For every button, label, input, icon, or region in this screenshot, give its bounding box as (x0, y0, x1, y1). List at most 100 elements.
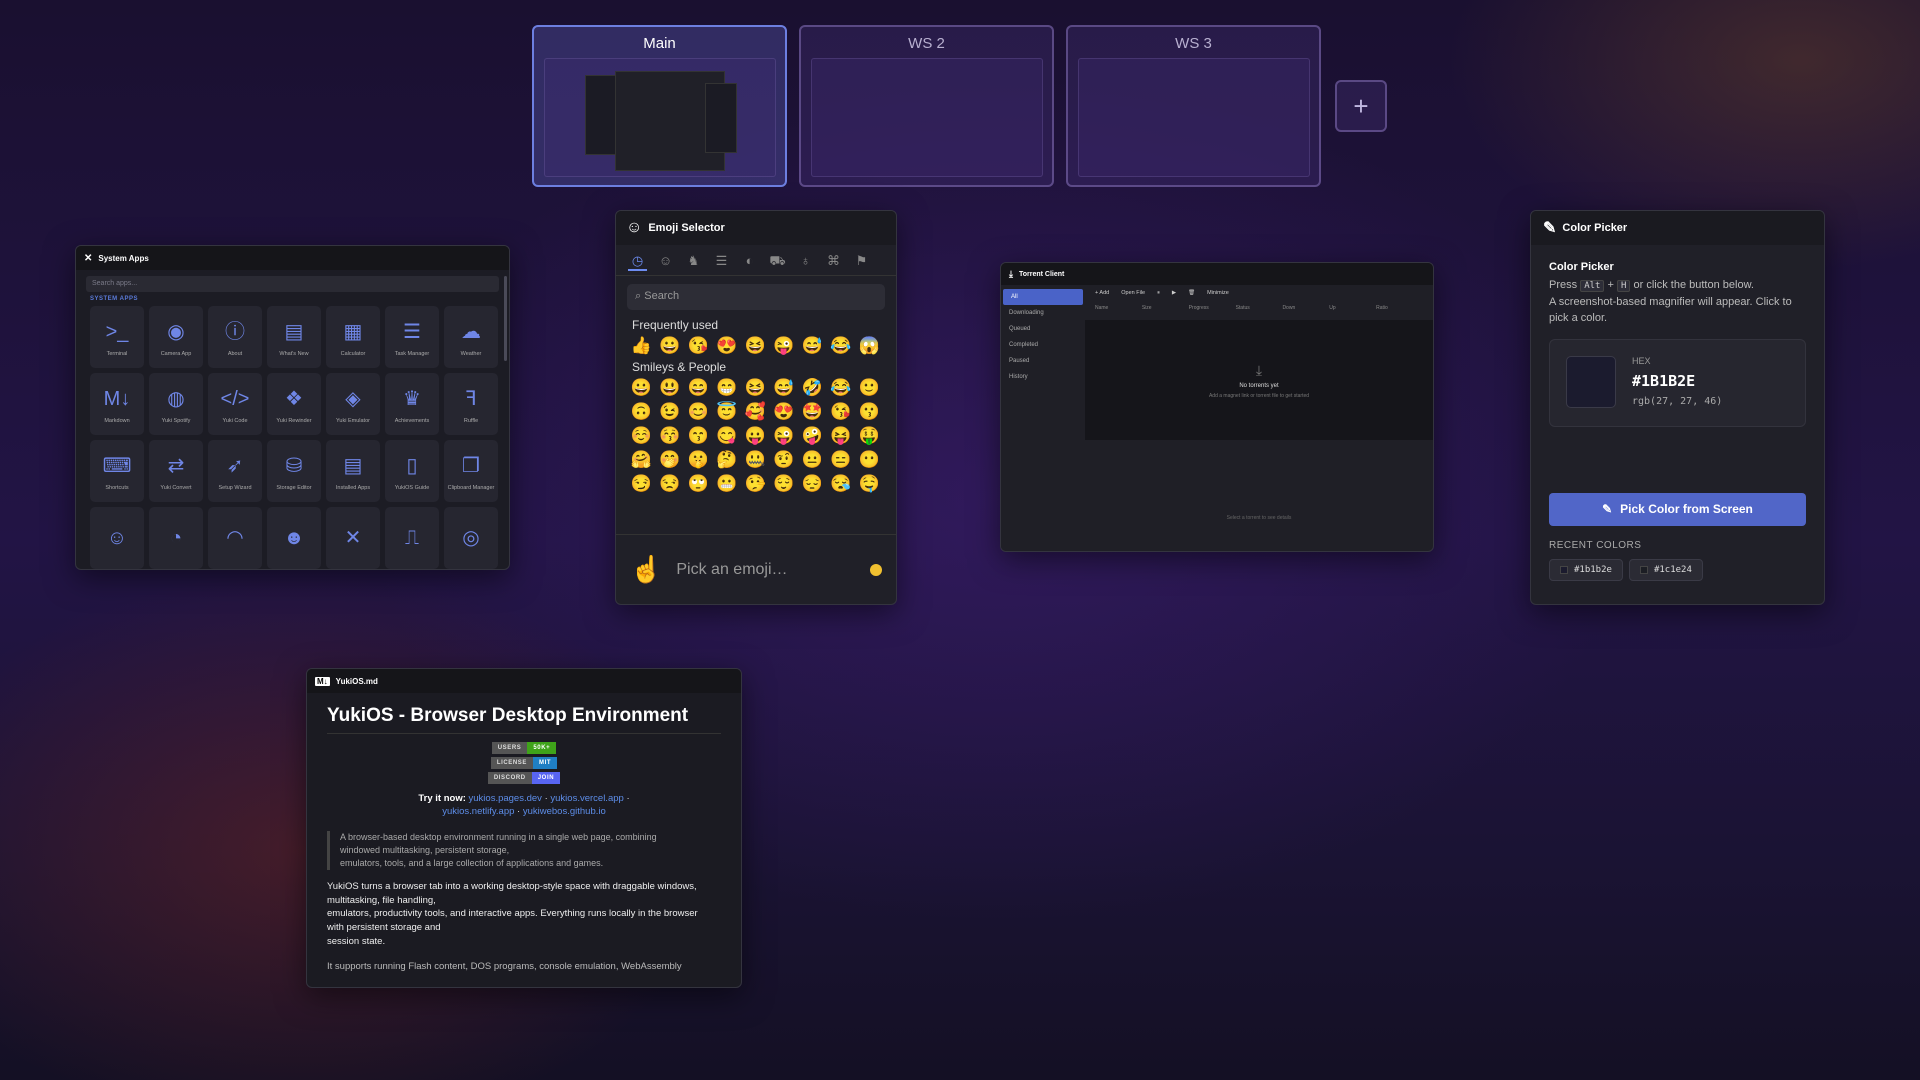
app-tile[interactable]: ☺ (90, 507, 144, 569)
emoji-button[interactable]: 😔 (800, 474, 825, 494)
travel-tab-icon[interactable]: ⛟ (768, 253, 787, 271)
emoji-button[interactable]: 🙃 (629, 402, 654, 422)
app-tile[interactable]: ▯ YukiOS Guide (385, 440, 439, 502)
emoji-button[interactable]: 🙂 (857, 378, 882, 398)
column-header[interactable]: Progress (1189, 305, 1236, 311)
emoji-button[interactable]: 😒 (658, 474, 683, 494)
sidebar-item[interactable]: Downloading (1001, 305, 1085, 321)
torrent-titlebar[interactable]: ⤓ Torrent Client (1001, 263, 1433, 285)
emoji-button[interactable]: 🤑 (857, 426, 882, 446)
emoji-button[interactable]: 🙄 (686, 474, 711, 494)
emoji-button[interactable]: 😊 (686, 402, 711, 422)
app-tile[interactable]: ◈ Yuki Emulator (326, 373, 380, 435)
toolbar-button[interactable]: ⏸ (1157, 290, 1160, 297)
toolbar-button[interactable]: 🗑 (1188, 290, 1195, 296)
app-tile[interactable]: ▤ What's New (267, 306, 321, 368)
emoji-button[interactable]: 😁 (715, 378, 740, 398)
emoji-button[interactable]: 🤪 (800, 426, 825, 446)
app-tile[interactable]: ☁ Weather (444, 306, 498, 368)
emoji-button[interactable]: 😏 (629, 474, 654, 494)
emoji-button[interactable]: 😐 (800, 450, 825, 470)
app-tile[interactable]: M↓ Markdown (90, 373, 144, 435)
app-tile[interactable]: ❖ Yuki Rewinder (267, 373, 321, 435)
rgb-value[interactable]: rgb(27, 27, 46) (1632, 396, 1722, 407)
emoji-button[interactable]: 😅 (772, 378, 797, 398)
app-tile[interactable]: ❐ Clipboard Manager (444, 440, 498, 502)
emoji-button[interactable]: 🤭 (658, 450, 683, 470)
emoji-button[interactable]: 😉 (658, 402, 683, 422)
app-tile[interactable]: ▦ Calculator (326, 306, 380, 368)
toolbar-button[interactable]: Minimize (1207, 290, 1229, 296)
column-header[interactable]: Name (1095, 305, 1142, 311)
emoji-button[interactable]: 😃 (658, 378, 683, 398)
activity-tab-icon[interactable]: ◐ (740, 253, 759, 271)
toolbar-button[interactable]: + Add (1095, 290, 1109, 296)
animals-tab-icon[interactable]: ♞ (684, 253, 703, 271)
app-tile[interactable]: ☻ (267, 507, 321, 569)
flags-tab-icon[interactable]: ⚑ (852, 253, 871, 271)
link[interactable]: yukios.vercel.app (550, 793, 623, 804)
emoji-button[interactable]: 😋 (715, 426, 740, 446)
recent-color-chip[interactable]: #1b1b2e (1549, 558, 1623, 581)
app-tile[interactable]: ⇄ Yuki Convert (149, 440, 203, 502)
emoji-button[interactable]: 😪 (829, 474, 854, 494)
link[interactable]: yukios.pages.dev (469, 793, 542, 804)
emoji-button[interactable]: 🤗 (629, 450, 654, 470)
app-tile[interactable]: ✕ (326, 507, 380, 569)
add-workspace-button[interactable]: + (1335, 80, 1387, 132)
app-tile[interactable]: ▤ Installed Apps (326, 440, 380, 502)
emoji-button[interactable]: 🤩 (800, 402, 825, 422)
objects-tab-icon[interactable]: ♁ (796, 253, 815, 271)
badge[interactable]: LICENSE MIT (490, 757, 558, 769)
emoji-button[interactable]: 😆 (743, 378, 768, 398)
emoji-button[interactable]: 🤨 (772, 450, 797, 470)
app-tile[interactable]: ◔ (149, 507, 203, 569)
emoji-button[interactable]: 😚 (658, 426, 683, 446)
emoji-button[interactable]: 🥰 (743, 402, 768, 422)
emoji-button[interactable]: 😀 (629, 378, 654, 398)
app-tile[interactable]: </> Yuki Code (208, 373, 262, 435)
hex-value[interactable]: #1B1B2E (1632, 372, 1722, 390)
app-tile[interactable]: >_ Terminal (90, 306, 144, 368)
workspace-2[interactable]: WS 2 (799, 25, 1054, 187)
emoji-button[interactable]: 😂 (829, 378, 854, 398)
column-header[interactable]: Up (1329, 305, 1376, 311)
emoji-button[interactable]: 🤔 (715, 450, 740, 470)
app-tile[interactable]: ⛁ Storage Editor (267, 440, 321, 502)
column-header[interactable]: Size (1142, 305, 1189, 311)
emoji-button[interactable]: 🤐 (743, 450, 768, 470)
sidebar-item[interactable]: History (1001, 369, 1085, 385)
toolbar-button[interactable]: ▶ (1172, 290, 1176, 296)
link[interactable]: yukiwebos.github.io (523, 806, 606, 817)
emoji-button[interactable]: 😬 (715, 474, 740, 494)
app-tile[interactable]: ◍ Yuki Spotify (149, 373, 203, 435)
emoji-button[interactable]: 😌 (772, 474, 797, 494)
system-apps-titlebar[interactable]: ✕ System Apps (76, 246, 509, 270)
badge[interactable]: DISCORD JOIN (487, 772, 561, 784)
emoji-button[interactable]: 🤫 (686, 450, 711, 470)
column-header[interactable]: Down (1282, 305, 1329, 311)
color-picker-titlebar[interactable]: ✎ Color Picker (1531, 211, 1824, 245)
emoji-titlebar[interactable]: ☺ Emoji Selector (616, 211, 896, 245)
emoji-button[interactable]: 😜 (772, 336, 797, 356)
toolbar-button[interactable]: Open File (1121, 290, 1145, 296)
link[interactable]: yukios.netlify.app (442, 806, 514, 817)
emoji-button[interactable]: 😇 (715, 402, 740, 422)
emoji-button[interactable]: 😄 (686, 378, 711, 398)
emoji-button[interactable]: 🤤 (857, 474, 882, 494)
emoji-button[interactable]: 🤣 (800, 378, 825, 398)
emoji-button[interactable]: 👍 (629, 336, 654, 356)
emoji-button[interactable]: 😶 (857, 450, 882, 470)
emoji-button[interactable]: 😛 (743, 426, 768, 446)
column-header[interactable]: Ratio (1376, 305, 1423, 311)
emoji-button[interactable]: 😀 (658, 336, 683, 356)
sidebar-item[interactable]: Paused (1001, 353, 1085, 369)
emoji-button[interactable]: 😙 (686, 426, 711, 446)
app-tile[interactable]: ◎ (444, 507, 498, 569)
emoji-button[interactable]: 😝 (829, 426, 854, 446)
apps-search-input[interactable]: Search apps... (86, 276, 499, 292)
app-tile[interactable]: ⓘ About (208, 306, 262, 368)
emoji-button[interactable]: 😘 (829, 402, 854, 422)
sidebar-item[interactable]: All (1003, 289, 1083, 305)
workspace-main[interactable]: Main (532, 25, 787, 187)
